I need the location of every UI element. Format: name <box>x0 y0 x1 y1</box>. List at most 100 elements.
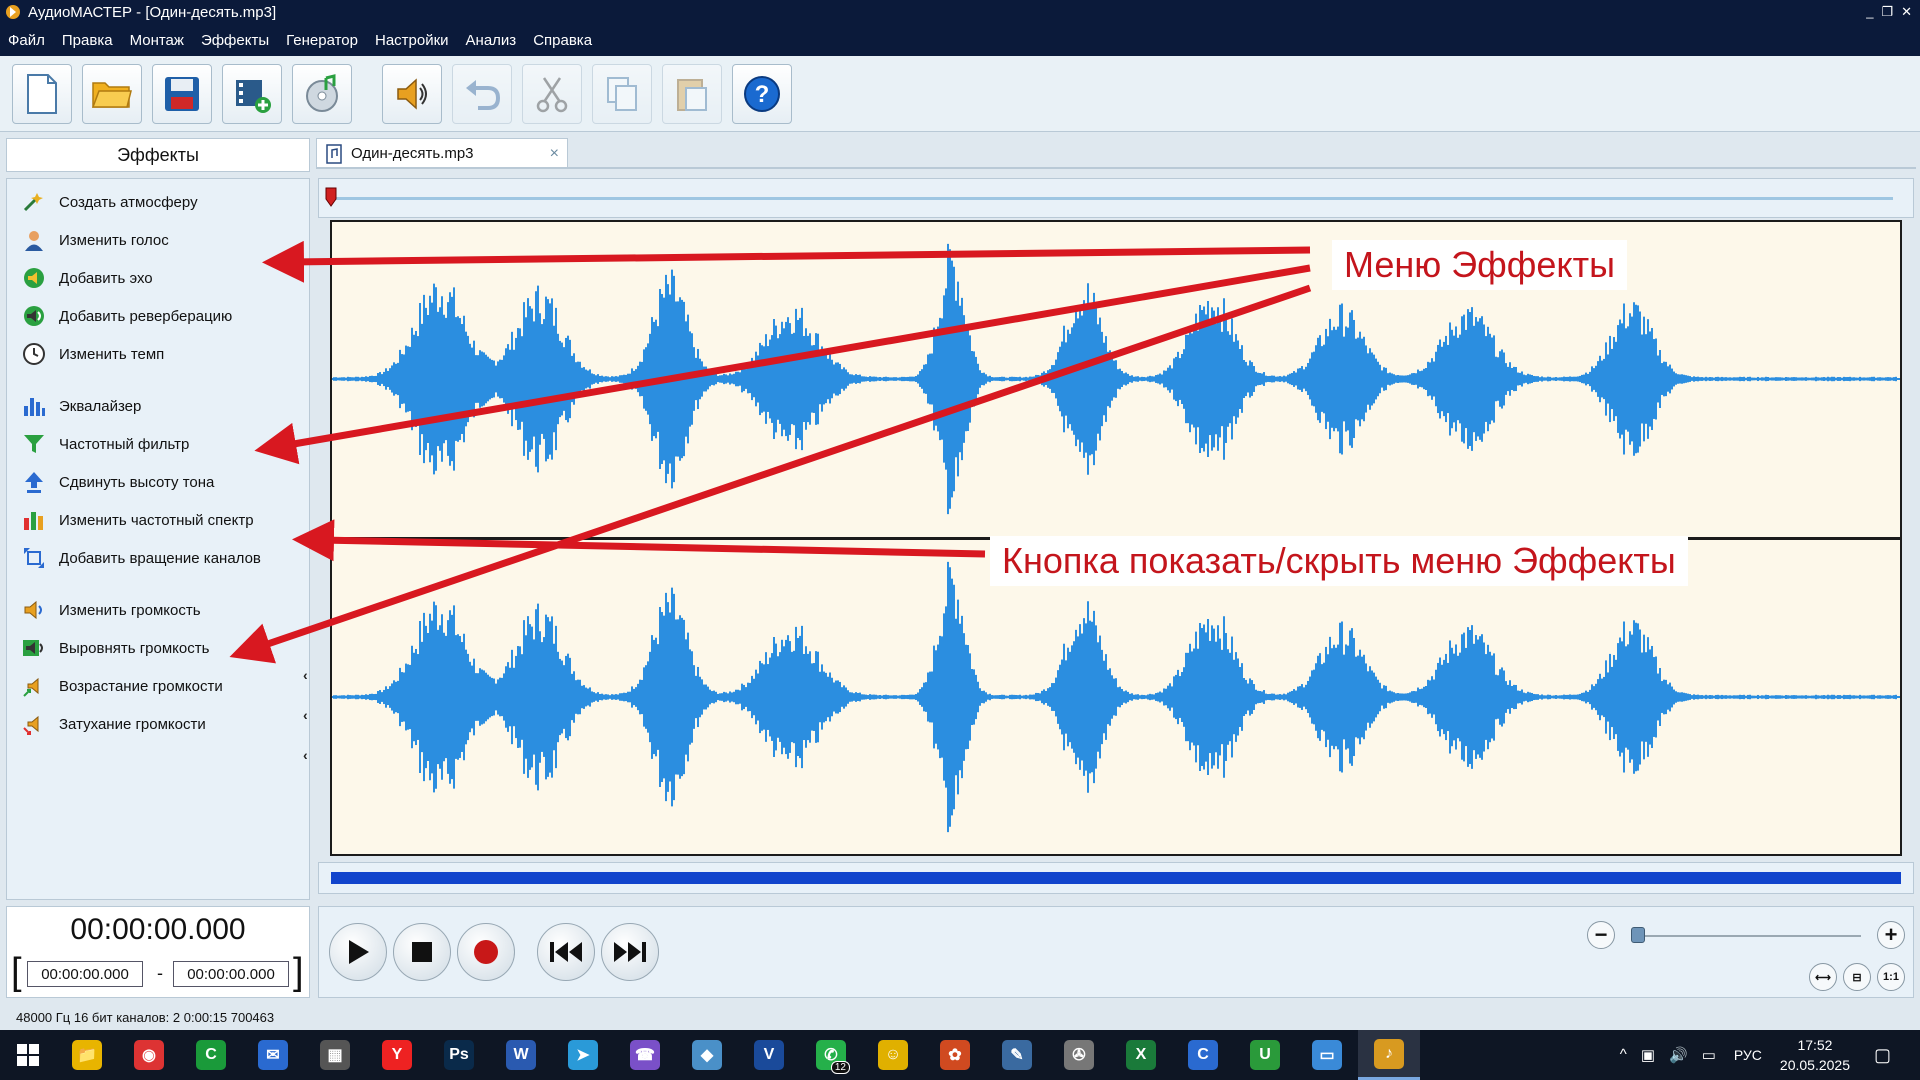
zoom-out-button[interactable]: − <box>1587 921 1615 949</box>
feather-app-icon: ✎ <box>1002 1040 1032 1070</box>
new-file-button[interactable] <box>12 63 72 124</box>
paste-button[interactable] <box>662 63 722 124</box>
menu-edit[interactable]: Правка <box>62 32 113 49</box>
effect-label: Изменить голос <box>59 231 169 249</box>
effect-add-echo[interactable]: Добавить эхо <box>21 263 153 293</box>
effect-label: Сдвинуть высоту тона <box>59 473 215 491</box>
menu-effects[interactable]: Эффекты <box>201 32 269 49</box>
selection-end-field[interactable]: 00:00:00.000 <box>173 961 289 987</box>
effect-shift-pitch[interactable]: Сдвинуть высоту тона <box>21 467 214 497</box>
taskbar-app-calculator[interactable]: ▦ <box>304 1030 366 1080</box>
taskbar-app-color-wheel[interactable]: ✿ <box>924 1030 986 1080</box>
effect-change-voice[interactable]: Изменить голос <box>21 225 169 255</box>
fade-out-speaker-icon <box>21 711 47 737</box>
tab-close-button[interactable]: × <box>550 145 559 163</box>
zoom-in-button[interactable]: + <box>1877 921 1905 949</box>
menu-file[interactable]: Файл <box>8 32 45 49</box>
effect-change-tempo[interactable]: Изменить темп <box>21 339 164 369</box>
equalizer-bars-icon <box>21 393 47 419</box>
volume-speaker-icon <box>21 597 47 623</box>
open-file-button[interactable] <box>82 63 142 124</box>
collapse-panel-button-3[interactable]: ‹ <box>303 747 308 763</box>
save-button[interactable] <box>152 63 212 124</box>
effect-equalizer[interactable]: Эквалайзер <box>21 391 141 421</box>
fit-selection-button[interactable]: ⊟ <box>1843 963 1871 991</box>
stop-button[interactable] <box>393 923 451 981</box>
collapse-panel-button-1[interactable]: ‹ <box>303 667 308 683</box>
film-reel-icon: ✇ <box>1064 1040 1094 1070</box>
record-button[interactable] <box>457 923 515 981</box>
taskbar-app-viber[interactable]: ☎ <box>614 1030 676 1080</box>
effect-fade-in[interactable]: Возрастание громкости <box>21 671 223 701</box>
tray-clock[interactable]: 17:52 20.05.2025 <box>1780 1035 1850 1075</box>
taskbar-app-telegram[interactable]: ➤ <box>552 1030 614 1080</box>
timeline-ruler[interactable] <box>318 178 1914 218</box>
effect-fade-out[interactable]: Затухание громкости <box>21 709 206 739</box>
help-button[interactable]: ? <box>732 63 792 124</box>
start-button[interactable] <box>0 1030 56 1080</box>
taskbar-app-film-reel[interactable]: ✇ <box>1048 1030 1110 1080</box>
zoom-slider-track[interactable] <box>1635 935 1861 937</box>
restore-button[interactable]: ❐ <box>1881 4 1893 20</box>
selection-start-field[interactable]: 00:00:00.000 <box>27 961 143 987</box>
tray-language[interactable]: РУС <box>1734 1047 1762 1063</box>
effect-change-volume[interactable]: Изменить громкость <box>21 595 201 625</box>
effect-create-atmosphere[interactable]: Создать атмосферу <box>21 187 198 217</box>
notification-icon[interactable]: ▢ <box>1874 1045 1904 1066</box>
effect-frequency-filter[interactable]: Частотный фильтр <box>21 429 189 459</box>
taskbar-app-whatsapp[interactable]: ✆ 12 <box>800 1030 862 1080</box>
effect-change-spectrum[interactable]: Изменить частотный спектр <box>21 505 254 535</box>
copy-button[interactable] <box>592 63 652 124</box>
taskbar-app-photoshop[interactable]: Ps <box>428 1030 490 1080</box>
reverb-speaker-icon <box>21 303 47 329</box>
add-video-button[interactable] <box>222 63 282 124</box>
horizontal-scroll[interactable] <box>318 862 1914 894</box>
selection-dash: - <box>157 963 163 983</box>
tab-file[interactable]: Один-десять.mp3 × <box>316 138 568 168</box>
menu-generator[interactable]: Генератор <box>286 32 358 49</box>
taskbar-app-chrome[interactable]: ◉ <box>118 1030 180 1080</box>
menu-help[interactable]: Справка <box>533 32 592 49</box>
minimize-button[interactable]: _ <box>1866 4 1873 20</box>
fit-width-button[interactable]: ⟷ <box>1809 963 1837 991</box>
taskbar-app-c-app[interactable]: C <box>1172 1030 1234 1080</box>
taskbar-app-audiomaster[interactable]: ♪ <box>1358 1030 1420 1080</box>
cd-audio-button[interactable] <box>292 63 352 124</box>
effect-add-reverb[interactable]: Добавить реверберацию <box>21 301 232 331</box>
zoom-actual-button[interactable]: 1:1 <box>1877 963 1905 991</box>
taskbar-app-outlook[interactable]: ✉ <box>242 1030 304 1080</box>
tray-expand-icon[interactable]: ^ <box>1620 1046 1627 1064</box>
play-button[interactable] <box>329 923 387 981</box>
menu-analysis[interactable]: Анализ <box>466 32 517 49</box>
taskbar-app-yandex[interactable]: Y <box>366 1030 428 1080</box>
tray-network-icon[interactable]: ▭ <box>1702 1046 1716 1064</box>
effect-normalize-volume[interactable]: Выровнять громкость <box>21 633 209 663</box>
close-window-button[interactable]: ✕ <box>1901 4 1912 20</box>
taskbar-app-notes[interactable]: ◆ <box>676 1030 738 1080</box>
taskbar-app-v-app[interactable]: V <box>738 1030 800 1080</box>
clock-date: 20.05.2025 <box>1779 1057 1850 1073</box>
taskbar-app-u-app[interactable]: U <box>1234 1030 1296 1080</box>
zoom-slider-thumb[interactable] <box>1631 927 1645 943</box>
menu-settings[interactable]: Настройки <box>375 32 449 49</box>
taskbar-app-green-app[interactable]: C <box>180 1030 242 1080</box>
scroll-thumb[interactable] <box>331 872 1901 884</box>
notes-icon: ◆ <box>692 1040 722 1070</box>
taskbar-app-feather-app[interactable]: ✎ <box>986 1030 1048 1080</box>
taskbar-app-monitor[interactable]: ▭ <box>1296 1030 1358 1080</box>
taskbar-app-file-explorer[interactable]: 📁 <box>56 1030 118 1080</box>
effects-toggle-button[interactable] <box>382 63 442 124</box>
undo-button[interactable] <box>452 63 512 124</box>
tray-device-icon[interactable]: ▣ <box>1641 1046 1655 1064</box>
effect-channel-rotation[interactable]: Добавить вращение каналов <box>21 543 261 573</box>
taskbar-app-excel[interactable]: X <box>1110 1030 1172 1080</box>
skip-end-button[interactable] <box>601 923 659 981</box>
menu-montage[interactable]: Монтаж <box>130 32 184 49</box>
taskbar-app-word[interactable]: W <box>490 1030 552 1080</box>
collapse-panel-button-2[interactable]: ‹ <box>303 707 308 723</box>
cut-button[interactable] <box>522 63 582 124</box>
tray-volume-icon[interactable]: 🔊 <box>1669 1046 1688 1064</box>
rewind-start-button[interactable] <box>537 923 595 981</box>
playhead-marker-icon[interactable] <box>325 187 337 207</box>
taskbar-app-emoji-app[interactable]: ☺ <box>862 1030 924 1080</box>
